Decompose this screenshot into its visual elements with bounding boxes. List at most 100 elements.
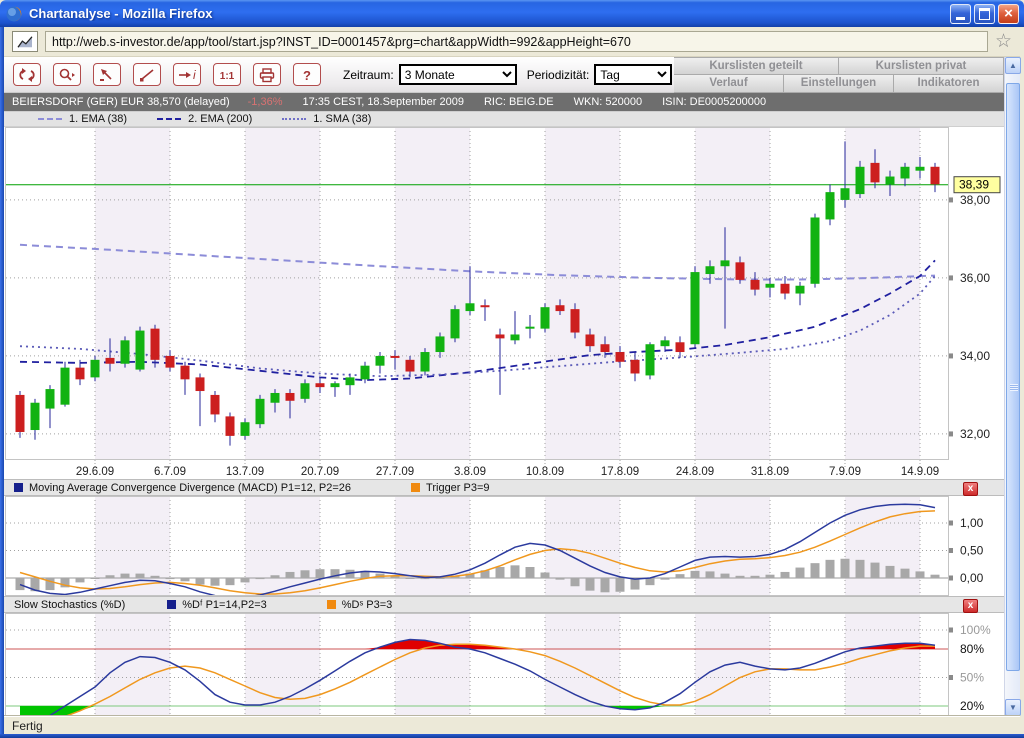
location-bar: ☆ <box>4 27 1020 57</box>
macd-histogram-bar <box>511 565 520 578</box>
instrument-name-price: BEIERSDORF (GER) EUR 38,570 (delayed) <box>12 96 230 108</box>
verlauf-button[interactable]: Verlauf <box>674 75 784 93</box>
pointer-icon <box>97 67 117 83</box>
zoom-button[interactable] <box>53 63 81 86</box>
x-axis-date-label: 14.9.09 <box>901 466 939 478</box>
x-axis-date-label: 20.7.09 <box>301 466 339 478</box>
candlestick <box>61 368 70 405</box>
minimize-button[interactable] <box>950 4 971 24</box>
macd-histogram-bar <box>256 578 265 579</box>
week-shading-band <box>545 127 620 460</box>
zeitraum-label: Zeitraum: <box>343 68 394 82</box>
macd-close-button[interactable]: x <box>963 482 978 496</box>
candlestick <box>136 331 145 370</box>
bookmark-star-icon[interactable]: ☆ <box>995 32 1012 51</box>
x-axis-date-label: 3.8.09 <box>454 466 486 478</box>
vertical-scrollbar[interactable]: ▲ ▼ <box>1004 57 1020 716</box>
week-shading-band <box>845 613 920 716</box>
macd-histogram-bar <box>931 575 940 578</box>
x-axis-date-label: 24.8.09 <box>676 466 714 478</box>
url-input[interactable] <box>45 31 988 52</box>
menu-block: Kurslisten geteilt Kurslisten privat Ver… <box>674 57 1004 93</box>
candlestick <box>871 163 880 183</box>
print-button[interactable] <box>253 63 281 86</box>
candlestick <box>571 309 580 332</box>
candlestick <box>376 356 385 366</box>
title-bar[interactable]: Chartanalyse - Mozilla Firefox × <box>0 0 1024 27</box>
kurslisten-geteilt-button[interactable]: Kurslisten geteilt <box>674 57 839 75</box>
macd-histogram-bar <box>751 576 760 578</box>
main-price-chart[interactable]: 38,0036,0034,0032,0038,3929.6.096.7.0913… <box>4 127 1004 479</box>
pointer-tool-button[interactable] <box>93 63 121 86</box>
candlestick <box>286 393 295 401</box>
line-tool-button[interactable] <box>133 63 161 86</box>
stochastics-title: Slow Stochastics (%D) <box>14 599 125 611</box>
stochastics-chart[interactable]: 100%80%50%20% <box>4 613 1004 716</box>
info-tool-button[interactable]: i <box>173 63 201 86</box>
macd-histogram-bar <box>241 578 250 582</box>
x-axis-date-label: 7.9.09 <box>829 466 861 478</box>
candlestick <box>631 360 640 374</box>
close-button[interactable]: × <box>998 4 1019 24</box>
macd-histogram-bar <box>601 578 610 592</box>
candlestick <box>166 356 175 368</box>
indikatoren-button[interactable]: Indikatoren <box>894 75 1004 93</box>
macd-histogram-bar <box>586 578 595 591</box>
week-shading-band <box>695 127 770 460</box>
change-percent: -1,36% <box>248 96 283 108</box>
zeitraum-select[interactable]: 3 Monate <box>399 64 517 85</box>
candlestick <box>766 284 775 288</box>
candlestick <box>211 395 220 415</box>
y-axis-tick-label: 36,00 <box>960 271 990 285</box>
help-button[interactable]: ? <box>293 63 321 86</box>
einstellungen-button[interactable]: Einstellungen <box>784 75 894 93</box>
periodizitaet-select[interactable]: Tag <box>594 64 672 85</box>
dslow-legend-swatch <box>327 600 336 609</box>
refresh-button[interactable] <box>13 63 41 86</box>
scroll-down-button[interactable]: ▼ <box>1005 699 1021 716</box>
status-bar: Fertig <box>4 716 1020 734</box>
candlestick <box>406 360 415 372</box>
candlestick <box>16 395 25 432</box>
y-axis-tick-label: 0,00 <box>960 571 984 585</box>
legend-item-sma38: 1. SMA (38) <box>282 113 371 125</box>
svg-text:i: i <box>193 68 196 82</box>
kurslisten-privat-button[interactable]: Kurslisten privat <box>839 57 1004 75</box>
candlestick <box>556 305 565 311</box>
window-border-bottom <box>0 734 1024 738</box>
svg-text:?: ? <box>303 68 311 83</box>
candlestick <box>616 352 625 362</box>
week-shading-band <box>695 613 770 716</box>
macd-chart[interactable]: 1,000,500,00 <box>4 496 1004 596</box>
macd-histogram-bar <box>181 578 190 581</box>
x-axis-date-label: 31.8.09 <box>751 466 789 478</box>
candlestick <box>841 188 850 200</box>
maximize-button[interactable] <box>974 4 995 24</box>
legend-item-ema38: 1. EMA (38) <box>38 113 127 125</box>
candlestick <box>301 383 310 399</box>
scroll-up-icon: ▲ <box>1009 61 1017 70</box>
scrollbar-grip-icon <box>1010 384 1018 391</box>
scroll-up-button[interactable]: ▲ <box>1005 57 1021 74</box>
stochastics-close-button[interactable]: x <box>963 599 978 613</box>
close-icon: × <box>1004 6 1013 21</box>
chart-toolbar: i 1:1 ? Zeitraum: 3 Monate Periodizität: <box>4 57 1004 93</box>
macd-histogram-bar <box>661 578 670 580</box>
candlestick <box>361 366 370 380</box>
quote-timestamp: 17:35 CEST, 18.September 2009 <box>303 96 464 108</box>
macd-histogram-bar <box>871 563 880 578</box>
candlestick <box>76 368 85 380</box>
scrollbar-thumb[interactable] <box>1006 83 1020 671</box>
overlay-legend: 1. EMA (38) 2. EMA (200) 1. SMA (38) <box>4 111 1004 127</box>
ema200-line-sample <box>157 118 181 120</box>
candlestick <box>796 286 805 294</box>
y-axis-tick-label: 32,00 <box>960 427 990 441</box>
macd-histogram-bar <box>301 570 310 578</box>
stochastics-panel-header: Slow Stochastics (%D) %Dᶠ P1=14,P2=3 %Dˢ… <box>4 596 1004 613</box>
macd-histogram-bar <box>121 574 130 578</box>
candlestick <box>526 327 535 329</box>
candlestick <box>706 266 715 274</box>
macd-histogram-bar <box>856 560 865 578</box>
week-shading-band <box>245 613 320 716</box>
one-to-one-button[interactable]: 1:1 <box>213 63 241 86</box>
